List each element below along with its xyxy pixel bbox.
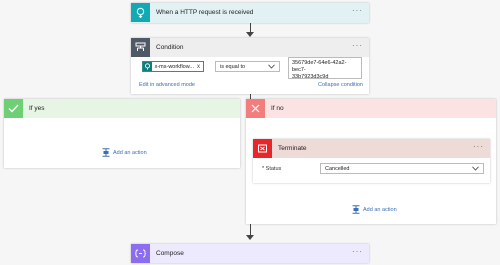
- condition-value-line2: 33b7923d3c9d: [292, 74, 329, 80]
- add-action-icon: [102, 148, 110, 157]
- connector-arrow-icon: [246, 235, 254, 240]
- condition-card[interactable]: Condition ··· x-ms-workflow... x is equa…: [131, 38, 369, 94]
- add-action-label: Add an action: [113, 149, 147, 156]
- add-action-button[interactable]: Add an action: [352, 205, 397, 214]
- connector-arrow-icon: [246, 32, 254, 37]
- condition-value-line1: 35679de7-64e6-42a2-bec7-: [292, 60, 347, 73]
- terminate-card[interactable]: Terminate ··· * Status Cancelled: [253, 139, 490, 183]
- condition-title: Condition: [156, 44, 184, 51]
- add-action-icon: [352, 205, 360, 214]
- branch-no-panel: If no Terminate ··· * Status Cancelled A…: [246, 99, 496, 224]
- add-action-label: Add an action: [363, 206, 397, 213]
- branch-no-title: If no: [271, 105, 284, 112]
- status-label: * Status: [262, 166, 282, 172]
- edit-advanced-mode-link[interactable]: Edit in advanced mode: [139, 82, 195, 88]
- http-request-icon: [131, 3, 150, 22]
- http-request-icon: [143, 62, 152, 71]
- close-icon: [246, 99, 265, 118]
- token-remove-icon[interactable]: x: [197, 64, 203, 70]
- collapse-condition-link[interactable]: Collapse condition: [318, 82, 363, 88]
- condition-value-input[interactable]: 35679de7-64e6-42a2-bec7- 33b7923d3c9d: [288, 57, 362, 80]
- status-value: Cancelled: [325, 165, 350, 172]
- terminate-icon: [253, 139, 272, 158]
- trigger-title: When a HTTP request is received: [156, 9, 254, 16]
- condition-more-button[interactable]: ···: [352, 42, 363, 50]
- operator-value: is equal to: [220, 63, 246, 70]
- operator-select[interactable]: is equal to: [215, 61, 280, 72]
- status-select[interactable]: Cancelled: [320, 163, 484, 174]
- branch-yes-title: If yes: [29, 105, 45, 112]
- compose-more-button[interactable]: ···: [352, 248, 363, 256]
- compose-title: Compose: [156, 250, 184, 257]
- condition-token-label: x-ms-workflow...: [154, 63, 194, 70]
- trigger-card[interactable]: When a HTTP request is received ···: [131, 3, 369, 23]
- chevron-down-icon: [268, 64, 275, 69]
- condition-icon: [131, 38, 150, 57]
- chevron-down-icon: [472, 166, 479, 171]
- compose-icon: [131, 244, 150, 263]
- terminate-title: Terminate: [278, 145, 307, 152]
- branch-yes-panel: If yes Add an action: [4, 99, 240, 168]
- check-icon: [4, 99, 23, 118]
- trigger-more-button[interactable]: ···: [352, 7, 363, 15]
- condition-token[interactable]: x-ms-workflow... x: [142, 61, 204, 72]
- add-action-button[interactable]: Add an action: [102, 148, 147, 157]
- terminate-more-button[interactable]: ···: [473, 143, 484, 151]
- compose-card[interactable]: Compose ···: [131, 244, 369, 263]
